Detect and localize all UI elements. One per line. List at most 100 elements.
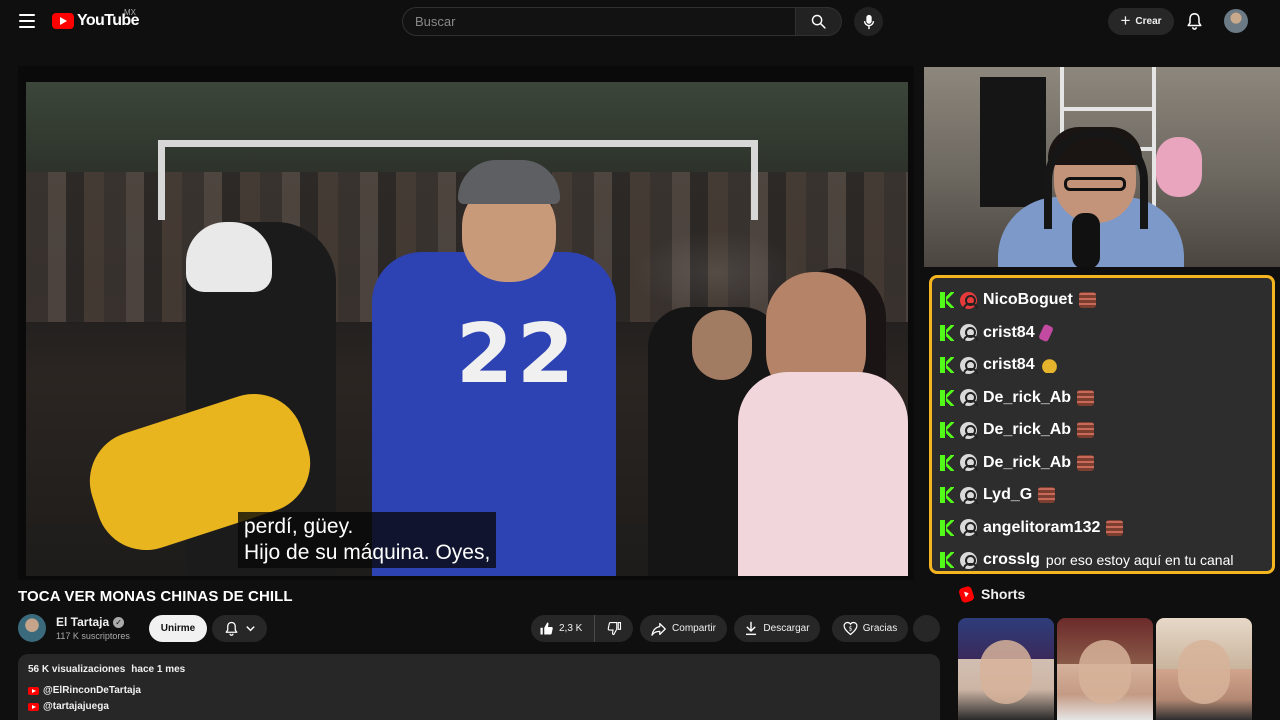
dislike-button[interactable] xyxy=(595,621,633,636)
description-link[interactable]: @tartajajuega xyxy=(28,701,930,712)
account-avatar[interactable] xyxy=(1224,9,1248,33)
emote-icon xyxy=(1038,487,1056,504)
chat-username: De_rick_Ab xyxy=(983,453,1072,471)
video-title: TOCA VER MONAS CHINAS DE CHILL xyxy=(18,588,293,605)
chat-username: NicoBoguet xyxy=(983,291,1073,309)
streamer-webcam xyxy=(924,67,1280,267)
chat-message: NicoBoguet xyxy=(940,284,1264,317)
youtube-icon xyxy=(28,702,39,711)
chat-username: crosslg xyxy=(983,551,1040,569)
share-label: Compartir xyxy=(672,623,716,634)
description-box[interactable]: 56 K visualizaciones hace 1 mes @ElRinco… xyxy=(18,654,940,720)
thumbs-up-icon xyxy=(540,622,553,635)
search-input[interactable] xyxy=(403,8,795,35)
jersey-number: 22 xyxy=(456,307,579,402)
user-avatar-icon xyxy=(960,486,978,504)
chat-message: Lyd_G xyxy=(940,479,1264,512)
masthead: YouTube MX + Crear xyxy=(0,0,1280,42)
menu-icon[interactable] xyxy=(14,8,40,34)
kick-badge-icon xyxy=(940,454,954,472)
link-text: @tartajajuega xyxy=(43,701,109,712)
chat-message: angelitoram132 xyxy=(940,512,1264,545)
plus-icon: + xyxy=(1120,11,1131,30)
user-avatar-icon xyxy=(960,519,978,537)
search-button[interactable] xyxy=(796,7,842,36)
microphone xyxy=(1072,213,1100,267)
like-button[interactable]: 2,3 K xyxy=(531,615,595,642)
thumbs-down-icon xyxy=(607,621,621,636)
thanks-button[interactable]: $ Gracias xyxy=(832,615,908,642)
woman-figure xyxy=(738,372,908,576)
kick-badge-icon xyxy=(940,519,954,537)
kick-badge-icon xyxy=(940,389,954,407)
emote-icon xyxy=(1077,422,1095,439)
subscription-bell-button[interactable] xyxy=(212,615,267,642)
upload-date: hace 1 mes xyxy=(131,664,186,675)
chat-message: De_rick_Ab xyxy=(940,414,1264,447)
share-icon xyxy=(651,622,666,636)
notifications-button[interactable] xyxy=(1182,9,1206,33)
headset xyxy=(1044,129,1148,229)
youtube-logo-icon xyxy=(52,13,74,29)
kick-badge-icon xyxy=(940,291,954,309)
kick-badge-icon xyxy=(940,421,954,439)
kick-badge-icon xyxy=(940,551,954,569)
short-thumbnail-face xyxy=(1178,640,1230,704)
kick-badge-icon xyxy=(940,356,954,374)
user-avatar-icon xyxy=(960,421,978,439)
country-code: MX xyxy=(124,8,136,17)
video-player[interactable]: 22 perdí, güey. Hijo de su máquina. Oyes… xyxy=(26,82,908,576)
thanks-label: Gracias xyxy=(862,623,898,634)
short-thumbnail[interactable] xyxy=(1156,618,1252,720)
channel-name-link[interactable]: El Tartaja ✓ xyxy=(56,615,125,629)
chat-message: crosslg por eso estoy aquí en tu canal xyxy=(940,544,1264,577)
background-figure-head xyxy=(692,310,752,380)
chat-username: crist84 xyxy=(983,356,1035,374)
channel-name: El Tartaja xyxy=(56,615,110,629)
short-thumbnail[interactable] xyxy=(1057,618,1153,720)
subscriber-count: 117 K suscriptores xyxy=(56,631,130,641)
svg-text:$: $ xyxy=(848,625,852,632)
shorts-title: Shorts xyxy=(981,586,1026,602)
user-avatar-icon xyxy=(960,291,978,309)
short-thumbnail[interactable] xyxy=(958,618,1054,720)
description-meta: 56 K visualizaciones hace 1 mes xyxy=(28,664,930,675)
microphone-icon xyxy=(863,14,874,29)
emote-icon xyxy=(1077,389,1095,406)
emote-icon xyxy=(1078,292,1096,309)
chat-username: De_rick_Ab xyxy=(983,388,1072,406)
create-label: Crear xyxy=(1135,16,1162,27)
join-button[interactable]: Unirme xyxy=(149,615,207,642)
link-text: @ElRinconDeTartaja xyxy=(43,685,141,696)
plush-toy xyxy=(1156,137,1202,197)
channel-avatar[interactable] xyxy=(18,614,46,642)
emote-icon xyxy=(1106,519,1124,536)
emote-icon xyxy=(1040,357,1058,374)
download-button[interactable]: Descargar xyxy=(734,615,820,642)
description-link[interactable]: @ElRinconDeTartaja xyxy=(28,685,930,696)
kick-badge-icon xyxy=(940,324,954,342)
user-avatar-icon xyxy=(960,356,978,374)
chat-username: crist84 xyxy=(983,323,1035,341)
chat-message: De_rick_Ab xyxy=(940,382,1264,415)
bell-icon xyxy=(225,621,237,636)
like-dislike-group: 2,3 K xyxy=(531,615,633,642)
chat-message: crist84 xyxy=(940,317,1264,350)
voice-search-button[interactable] xyxy=(854,7,883,36)
super-thanks-icon: $ xyxy=(843,621,858,636)
chat-username: Lyd_G xyxy=(983,486,1033,504)
share-button[interactable]: Compartir xyxy=(640,615,727,642)
user-avatar-icon xyxy=(960,324,978,342)
shorts-header: Shorts xyxy=(958,584,1026,604)
user-avatar-icon xyxy=(960,551,978,569)
chat-overlay: NicoBoguet crist84 crist84 De_rick_Ab De… xyxy=(929,275,1275,574)
more-actions-button[interactable] xyxy=(913,615,940,642)
emote-icon xyxy=(1037,323,1054,343)
user-avatar-icon xyxy=(960,454,978,472)
chat-message: crist84 xyxy=(940,349,1264,382)
download-label: Descargar xyxy=(763,623,810,634)
user-avatar-icon xyxy=(960,389,978,407)
view-count: 56 K visualizaciones xyxy=(28,664,126,675)
create-button[interactable]: + Crear xyxy=(1108,8,1174,35)
helmet xyxy=(186,222,272,292)
